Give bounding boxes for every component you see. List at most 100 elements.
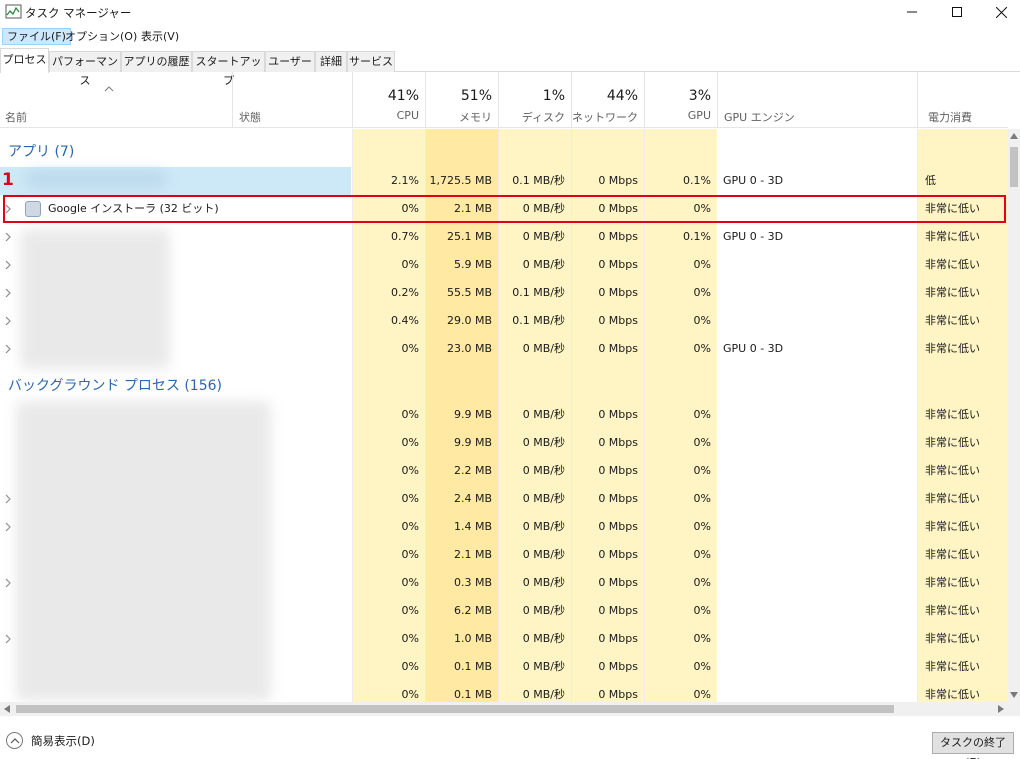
- tab-app-history[interactable]: アプリの履歴: [121, 51, 192, 72]
- cell-cpu: 0%: [401, 604, 419, 617]
- tab-users[interactable]: ユーザー: [265, 51, 315, 72]
- tab-details[interactable]: 詳細: [315, 51, 347, 72]
- cell-engine: GPU 0 - 3D: [723, 230, 784, 243]
- cell-mem: 23.0 MB: [446, 342, 492, 355]
- cell-disk: 0 MB/秒: [522, 492, 565, 505]
- cell-gpu: 0%: [693, 436, 711, 449]
- menu-options[interactable]: オプション(O): [61, 28, 141, 45]
- cell-gpu: 0.1%: [683, 230, 711, 243]
- horizontal-scroll-thumb[interactable]: [16, 705, 894, 713]
- cell-cpu: 0%: [401, 576, 419, 589]
- cell-cpu: 0.2%: [391, 286, 419, 299]
- tab-services[interactable]: サービス: [347, 51, 395, 72]
- close-button[interactable]: [978, 0, 1020, 24]
- annotation-box-1: [3, 195, 1006, 223]
- expand-chevron-icon[interactable]: [5, 494, 11, 504]
- cell-disk: 0 MB/秒: [522, 230, 565, 243]
- cell-engine: [717, 279, 917, 307]
- cell-cpu: 0%: [401, 660, 419, 673]
- scroll-down-icon[interactable]: [1010, 692, 1018, 698]
- cell-gpu: 0%: [693, 408, 711, 421]
- column-memory[interactable]: 51% メモリ: [425, 72, 498, 128]
- scroll-right-icon[interactable]: [998, 705, 1004, 713]
- cell-net: 0 Mbps: [598, 286, 638, 299]
- cell-mem: 1,725.5 MB: [429, 174, 492, 187]
- end-task-button[interactable]: タスクの終了(E): [932, 732, 1014, 759]
- cell-net: 0 Mbps: [598, 342, 638, 355]
- cell-engine: [717, 251, 917, 279]
- tab-processes[interactable]: プロセス: [0, 48, 49, 73]
- cell-gpu: 0%: [693, 492, 711, 505]
- cell-engine: GPU 0 - 3D: [723, 342, 784, 355]
- cell-net: 0 Mbps: [598, 258, 638, 271]
- cell-power: 非常に低い: [925, 314, 980, 327]
- cell-power: 非常に低い: [925, 286, 980, 299]
- cell-cpu: 2.1%: [391, 174, 419, 187]
- cell-gpu: 0%: [693, 258, 711, 271]
- cell-gpu: 0%: [693, 604, 711, 617]
- fewer-details-button[interactable]: 簡易表示(D): [6, 732, 95, 749]
- expand-chevron-icon[interactable]: [5, 578, 11, 588]
- column-header: 41% CPU 51% メモリ 1% ディスク 44% ネットワーク 3% GP…: [0, 72, 1008, 128]
- column-power[interactable]: 電力消費: [917, 72, 1008, 128]
- cell-disk: 0 MB/秒: [522, 632, 565, 645]
- cell-mem: 0.1 MB: [453, 660, 492, 673]
- network-label: ネットワーク: [572, 111, 638, 124]
- expand-chevron-icon[interactable]: [5, 344, 11, 354]
- maximize-button[interactable]: [934, 0, 980, 24]
- fewer-details-label: 簡易表示(D): [31, 733, 95, 748]
- column-cpu[interactable]: 41% CPU: [352, 72, 425, 128]
- menu-view[interactable]: 表示(V): [137, 28, 183, 45]
- cell-mem: 29.0 MB: [446, 314, 492, 327]
- tab-startup[interactable]: スタートアップ: [192, 51, 265, 87]
- cell-cpu: 0%: [401, 492, 419, 505]
- minimize-button[interactable]: [889, 0, 935, 24]
- footer: 簡易表示(D) タスクの終了(E): [0, 716, 1020, 759]
- cell-mem: 5.9 MB: [453, 258, 492, 271]
- cell-gpu: 0%: [693, 286, 711, 299]
- expand-chevron-icon[interactable]: [5, 260, 11, 270]
- cell-power: 非常に低い: [925, 632, 980, 645]
- cell-cpu: 0.4%: [391, 314, 419, 327]
- cell-disk: 0 MB/秒: [522, 408, 565, 421]
- expand-chevron-icon[interactable]: [5, 522, 11, 532]
- tab-performance[interactable]: パフォーマンス: [49, 51, 121, 87]
- scroll-left-icon[interactable]: [4, 705, 10, 713]
- cell-gpu: 0%: [693, 342, 711, 355]
- cell-net: 0 Mbps: [598, 492, 638, 505]
- cell-gpu: 0%: [693, 520, 711, 533]
- column-gpu-engine[interactable]: GPU エンジン: [717, 72, 917, 128]
- scroll-up-icon[interactable]: [1010, 133, 1018, 139]
- expand-chevron-icon[interactable]: [5, 232, 11, 242]
- expand-chevron-icon[interactable]: [5, 634, 11, 644]
- sort-ascending-icon[interactable]: [104, 86, 114, 92]
- expand-chevron-icon[interactable]: [5, 288, 11, 298]
- cell-mem: 55.5 MB: [446, 286, 492, 299]
- cell-gpu: 0%: [693, 464, 711, 477]
- column-network[interactable]: 44% ネットワーク: [571, 72, 644, 128]
- cell-gpu: 0%: [693, 314, 711, 327]
- cell-cpu: 0%: [401, 436, 419, 449]
- cell-power: 低: [925, 174, 936, 187]
- cell-engine: [717, 307, 917, 335]
- title-bar: タスク マネージャー: [0, 0, 1020, 26]
- expand-chevron-icon[interactable]: [5, 316, 11, 326]
- column-gpu[interactable]: 3% GPU: [644, 72, 717, 128]
- cell-net: 0 Mbps: [598, 464, 638, 477]
- horizontal-scrollbar[interactable]: [0, 702, 1020, 716]
- cell-mem: 2.4 MB: [453, 492, 492, 505]
- cpu-total: 41%: [387, 88, 419, 104]
- cell-gpu: 0%: [693, 660, 711, 673]
- column-disk[interactable]: 1% ディスク: [498, 72, 571, 128]
- cell-mem: 2.1 MB: [453, 548, 492, 561]
- cell-net: 0 Mbps: [598, 660, 638, 673]
- blurred-name: [26, 171, 166, 187]
- cell-power: 非常に低い: [925, 342, 980, 355]
- vertical-scroll-thumb[interactable]: [1010, 147, 1018, 187]
- column-name-label[interactable]: 名前: [5, 109, 27, 125]
- cell-power: 非常に低い: [925, 492, 980, 505]
- vertical-scrollbar[interactable]: [1008, 129, 1020, 702]
- cell-power: 非常に低い: [925, 520, 980, 533]
- cell-cpu: 0%: [401, 342, 419, 355]
- cell-disk: 0 MB/秒: [522, 688, 565, 701]
